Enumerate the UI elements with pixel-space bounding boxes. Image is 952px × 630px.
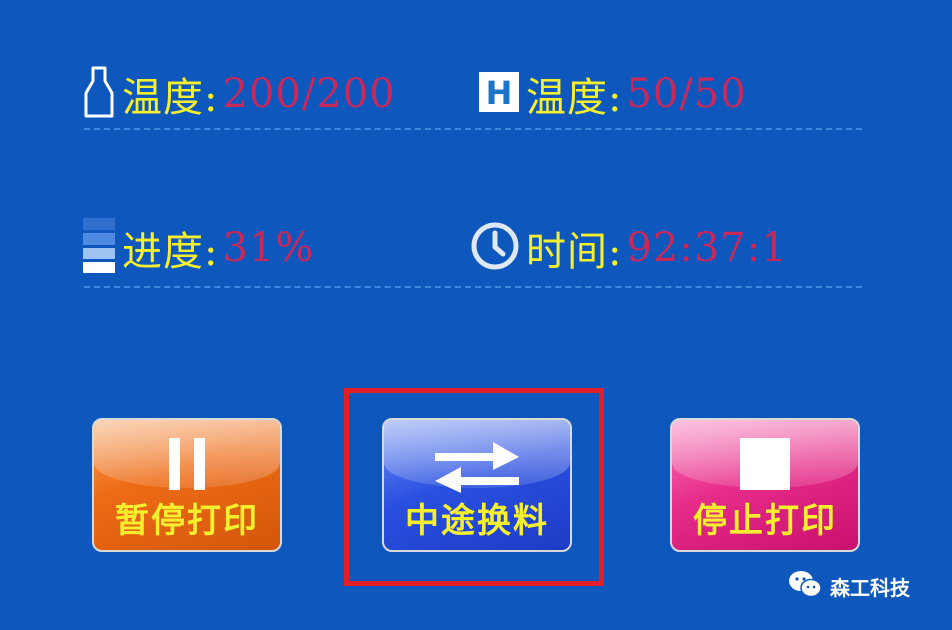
watermark: 森工科技 — [788, 570, 910, 603]
progress-value: 31% — [222, 225, 315, 271]
hotbed-h-icon: H — [478, 71, 520, 117]
bed-temperature-label: 温度: — [526, 75, 623, 121]
stop-square-icon — [738, 436, 792, 496]
progress-label: 进度: — [122, 229, 219, 275]
bed-temperature: H 温度: 50/50 — [478, 62, 747, 126]
print-progress: 进度: 31% — [82, 216, 314, 280]
printer-status-screen: { "status": { "nozzle_temp": {"label": "… — [0, 0, 952, 630]
divider-line — [84, 128, 862, 130]
pause-print-label: 暂停打印 — [115, 501, 259, 541]
watermark-text: 森工科技 — [830, 576, 910, 600]
progress-bars-icon — [82, 218, 116, 278]
hotbed-badge-letter: H — [486, 74, 513, 112]
time-label: 时间: — [526, 229, 623, 275]
nozzle-temperature-label: 温度: — [122, 75, 219, 121]
divider-line — [84, 286, 862, 288]
wechat-icon — [788, 570, 822, 603]
stop-print-label: 停止打印 — [693, 501, 837, 541]
stop-print-button[interactable]: 停止打印 — [670, 418, 860, 552]
nozzle-temperature-value: 200/200 — [222, 71, 396, 117]
highlight-box — [344, 388, 604, 586]
nozzle-temperature: 温度: 200/200 — [82, 62, 396, 126]
print-time: 时间: 92:37:1 — [470, 216, 788, 280]
time-value: 92:37:1 — [626, 225, 788, 271]
nozzle-icon — [82, 65, 116, 123]
clock-icon — [470, 221, 520, 275]
bed-temperature-value: 50/50 — [626, 71, 747, 117]
pause-icon — [167, 436, 207, 496]
pause-print-button[interactable]: 暂停打印 — [92, 418, 282, 552]
